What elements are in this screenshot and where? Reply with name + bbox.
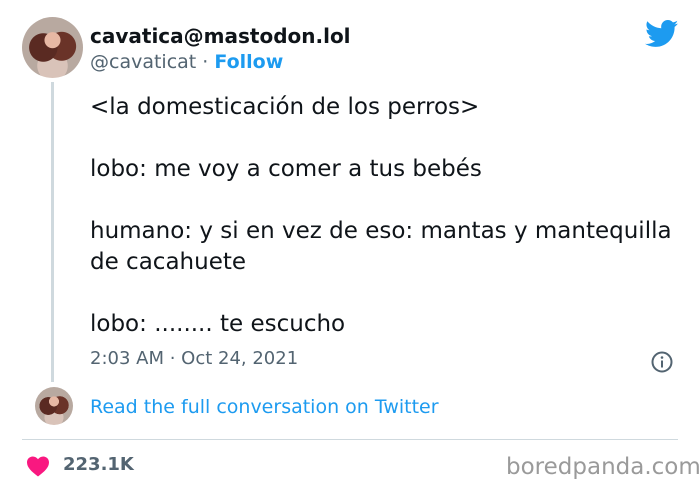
thread-line: [51, 82, 54, 382]
handle-separator: ·: [196, 51, 215, 73]
info-icon[interactable]: [650, 350, 674, 374]
heart-icon[interactable]: [26, 455, 50, 477]
follow-button[interactable]: Follow: [214, 51, 283, 73]
tweet-text: <la domesticación de los perros> lobo: m…: [90, 92, 680, 340]
author-display-name[interactable]: cavatica@mastodon.lol: [90, 24, 351, 48]
tweet-timestamp[interactable]: 2:03 AM · Oct 24, 2021: [90, 348, 298, 369]
author-handle-row: @cavaticat · Follow: [90, 51, 283, 73]
like-count[interactable]: 223.1K: [63, 454, 134, 475]
watermark: boredpanda.com: [506, 454, 700, 480]
tweet-line: humano: y si en vez de eso: mantas y man…: [90, 218, 672, 275]
divider: [22, 439, 678, 440]
conversation-avatar: [35, 387, 73, 425]
twitter-bird-icon[interactable]: [645, 20, 679, 48]
tweet-line: <la domesticación de los perros>: [90, 94, 480, 120]
tweet-line: lobo: ........ te escucho: [90, 311, 346, 337]
author-avatar[interactable]: [22, 17, 83, 78]
read-conversation-link[interactable]: Read the full conversation on Twitter: [90, 396, 439, 418]
tweet-line: lobo: me voy a comer a tus bebés: [90, 156, 482, 182]
author-handle[interactable]: @cavaticat: [90, 51, 196, 73]
